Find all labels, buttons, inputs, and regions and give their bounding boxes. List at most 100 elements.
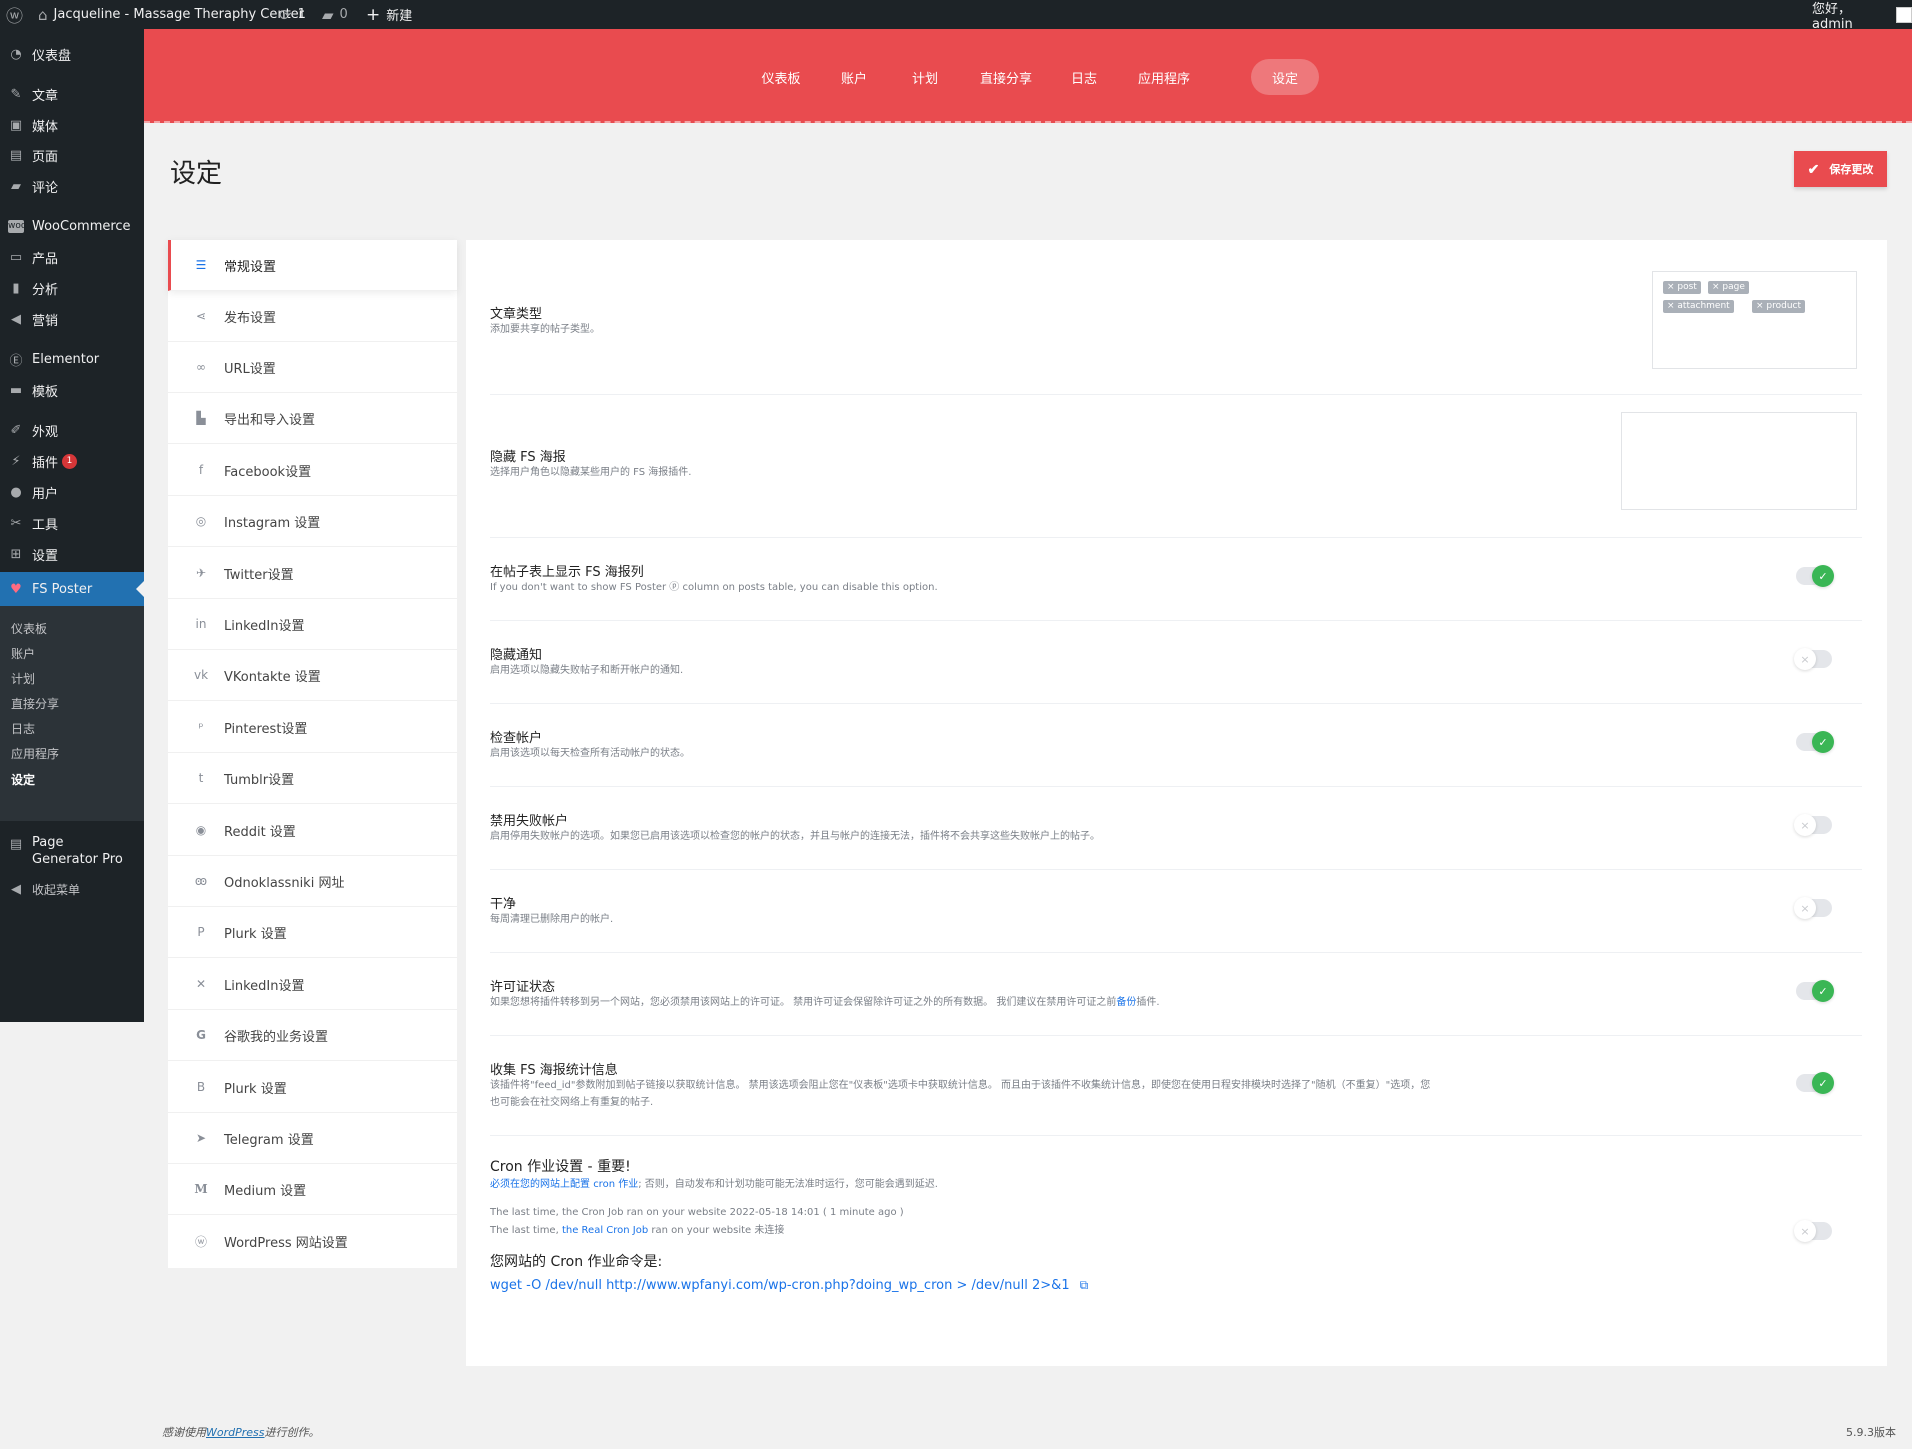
menu-posts[interactable]: ✎ 文章 xyxy=(0,83,144,105)
settings-menu-general[interactable]: ☰ 常规设置 xyxy=(168,240,457,291)
tab-logs[interactable]: 日志 xyxy=(1054,59,1114,95)
menu-page-generator-pro[interactable]: ▤ Page Generator Pro xyxy=(0,834,144,868)
settings-menu-plurk[interactable]: P Plurk 设置 xyxy=(168,907,457,958)
check-accounts-toggle[interactable]: ✓ xyxy=(1796,731,1834,753)
pin-icon: ✎ xyxy=(10,86,22,102)
new-content-link[interactable]: + 新建 xyxy=(366,0,412,29)
settings-menu-twitter[interactable]: ✈ Twitter设置 xyxy=(168,548,457,599)
settings-menu-google-business[interactable]: G 谷歌我的业务设置 xyxy=(168,1010,457,1061)
copy-icon[interactable]: ⧉ xyxy=(1080,1278,1089,1293)
settings-menu-odnoklassniki[interactable]: ꙭ Odnoklassniki 网址 xyxy=(168,856,457,907)
setting-description: 如果您想将插件转移到另一个网站，您必须禁用该网站上的许可证。 禁用许可证会保留除… xyxy=(490,997,1160,1008)
woo-icon: woo xyxy=(8,219,27,233)
setting-disable-failed: 禁用失败帐户 启用停用失败帐户的选项。如果您已启用该选项以检查您的帐户的状态，并… xyxy=(490,787,1862,870)
menu-dashboard[interactable]: ◔ 仪表盘 xyxy=(0,43,144,65)
menu-fs-poster[interactable]: ♥ FS Poster xyxy=(0,572,144,606)
settings-menu-xing[interactable]: ✕ LinkedIn设置 xyxy=(168,959,457,1010)
menu-plugins[interactable]: ⚡ 插件 1 xyxy=(0,450,144,472)
setting-title: Cron 作业设置 - 重要! xyxy=(490,1159,631,1175)
settings-menu-instagram[interactable]: ◎ Instagram 设置 xyxy=(168,496,457,547)
setting-check-accounts: 检查帐户 启用该选项以每天检查所有活动帐户的状态。 ✓ xyxy=(490,704,1862,787)
settings-menu-vkontakte[interactable]: vk VKontakte 设置 xyxy=(168,650,457,701)
tab-settings[interactable]: 设定 xyxy=(1251,59,1319,95)
cron-toggle[interactable]: × xyxy=(1794,1220,1832,1242)
dashboard-icon: ◔ xyxy=(10,46,22,62)
clean-toggle[interactable]: × xyxy=(1794,897,1832,919)
save-changes-button[interactable]: ✔ 保存更改 xyxy=(1794,151,1887,187)
settings-menu-wordpress[interactable]: ⓦ WordPress 网站设置 xyxy=(168,1216,457,1267)
settings-menu-publish[interactable]: ⋖ 发布设置 xyxy=(168,291,457,342)
account-menu[interactable]: 您好，admin xyxy=(1812,0,1912,32)
footer-thanks: 感谢使用WordPress进行创作。 xyxy=(162,1426,320,1439)
menu-woocommerce[interactable]: woo WooCommerce xyxy=(0,215,144,237)
setting-title: 检查帐户 xyxy=(490,731,543,746)
comment-icon: ▰ xyxy=(11,178,21,194)
updates-link[interactable]: ⟳ 1 xyxy=(279,0,306,29)
menu-elementor[interactable]: Ⓔ Elementor xyxy=(0,348,144,370)
cron-command-label: 您网站的 Cron 作业命令是: xyxy=(490,1254,663,1270)
show-column-toggle[interactable]: ✓ xyxy=(1796,565,1834,587)
post-types-select[interactable]: × post × page × attachment × product xyxy=(1652,271,1857,369)
real-cron-link[interactable]: the Real Cron Job xyxy=(562,1225,648,1236)
menu-tools[interactable]: ✂ 工具 xyxy=(0,512,144,534)
settings-menu-export-import[interactable]: ▙ 导出和导入设置 xyxy=(168,393,457,444)
cross-icon: × xyxy=(1794,814,1816,836)
tab-dashboard[interactable]: 仪表板 xyxy=(749,59,813,95)
user-roles-select[interactable] xyxy=(1621,412,1857,510)
submenu-dashboard[interactable]: 仪表板 xyxy=(11,620,47,637)
comments-link[interactable]: ▰ 0 xyxy=(322,0,348,29)
submenu-accounts[interactable]: 账户 xyxy=(11,645,35,662)
license-toggle[interactable]: ✓ xyxy=(1796,980,1834,1002)
menu-analytics[interactable]: ▮ 分析 xyxy=(0,277,144,299)
collect-stats-toggle[interactable]: ✓ xyxy=(1796,1072,1834,1094)
setting-hide-notifications: 隐藏通知 启用选项以隐藏失败帖子和断开帐户的通知. × xyxy=(490,621,1862,704)
menu-appearance[interactable]: ✐ 外观 xyxy=(0,419,144,441)
tab-direct-share[interactable]: 直接分享 xyxy=(966,59,1046,95)
settings-menu-blogger[interactable]: B Plurk 设置 xyxy=(168,1062,457,1113)
settings-menu-pinterest[interactable]: ᵖ Pinterest设置 xyxy=(168,702,457,753)
menu-marketing[interactable]: ◀ 营销 xyxy=(0,308,144,330)
backup-link[interactable]: 备份 xyxy=(1116,997,1136,1008)
hide-notifications-toggle[interactable]: × xyxy=(1794,648,1832,670)
settings-menu-telegram[interactable]: ➤ Telegram 设置 xyxy=(168,1113,457,1164)
setting-description: 必须在您的网站上配置 cron 作业; 否则，自动发布和计划功能可能无法准时运行… xyxy=(490,1179,938,1190)
tab-apps[interactable]: 应用程序 xyxy=(1122,59,1206,95)
tab-accounts[interactable]: 账户 xyxy=(824,59,884,95)
site-name-link[interactable]: ⌂ Jacqueline - Massage Theraphy Center xyxy=(38,0,304,29)
odnoklassniki-icon: ꙭ xyxy=(194,874,208,888)
cron-job-link[interactable]: cron 作业 xyxy=(593,1179,638,1190)
submenu-direct-share[interactable]: 直接分享 xyxy=(11,695,59,712)
settings-menu-facebook[interactable]: f Facebook设置 xyxy=(168,445,457,496)
menu-settings[interactable]: ⊞ 设置 xyxy=(0,543,144,565)
settings-menu-reddit[interactable]: ◉ Reddit 设置 xyxy=(168,805,457,856)
settings-menu-medium[interactable]: M Medium 设置 xyxy=(168,1164,457,1215)
menu-users[interactable]: ● 用户 xyxy=(0,481,144,503)
menu-products[interactable]: ▭ 产品 xyxy=(0,246,144,268)
tag-attachment[interactable]: × attachment xyxy=(1663,300,1734,313)
vk-icon: vk xyxy=(193,668,209,682)
menu-media[interactable]: ▣ 媒体 xyxy=(0,114,144,136)
settings-panel: 文章类型 添加要共享的帖子类型。 × post × page × attachm… xyxy=(466,240,1887,1366)
submenu-schedules[interactable]: 计划 xyxy=(11,670,35,687)
tag-post[interactable]: × post xyxy=(1663,281,1701,294)
menu-comments[interactable]: ▰ 评论 xyxy=(0,175,144,197)
plugin-top-nav: 仪表板 账户 计划 直接分享 日志 应用程序 设定 xyxy=(144,29,1912,123)
wordpress-logo-icon[interactable]: ⓦ xyxy=(6,0,23,29)
tag-product[interactable]: × product xyxy=(1752,300,1806,313)
tag-page[interactable]: × page xyxy=(1708,281,1749,294)
submenu-logs[interactable]: 日志 xyxy=(11,720,35,737)
settings-menu-url[interactable]: ∞ URL设置 xyxy=(168,342,457,393)
menu-templates[interactable]: ▬ 模板 xyxy=(0,379,144,401)
configure-cron-link[interactable]: 必须在您的网站上配置 xyxy=(490,1179,590,1190)
wordpress-link[interactable]: WordPress xyxy=(206,1426,265,1439)
disable-failed-toggle[interactable]: × xyxy=(1794,814,1832,836)
menu-pages[interactable]: ▤ 页面 xyxy=(0,144,144,166)
setting-title: 文章类型 xyxy=(490,307,543,322)
submenu-settings[interactable]: 设定 xyxy=(11,771,35,788)
plugin-update-badge: 1 xyxy=(62,453,78,469)
settings-menu-linkedin[interactable]: in LinkedIn设置 xyxy=(168,599,457,650)
submenu-apps[interactable]: 应用程序 xyxy=(11,745,59,762)
menu-collapse[interactable]: ◀ 收起菜单 xyxy=(0,878,144,900)
tab-schedules[interactable]: 计划 xyxy=(895,59,955,95)
settings-menu-tumblr[interactable]: t Tumblr设置 xyxy=(168,753,457,804)
